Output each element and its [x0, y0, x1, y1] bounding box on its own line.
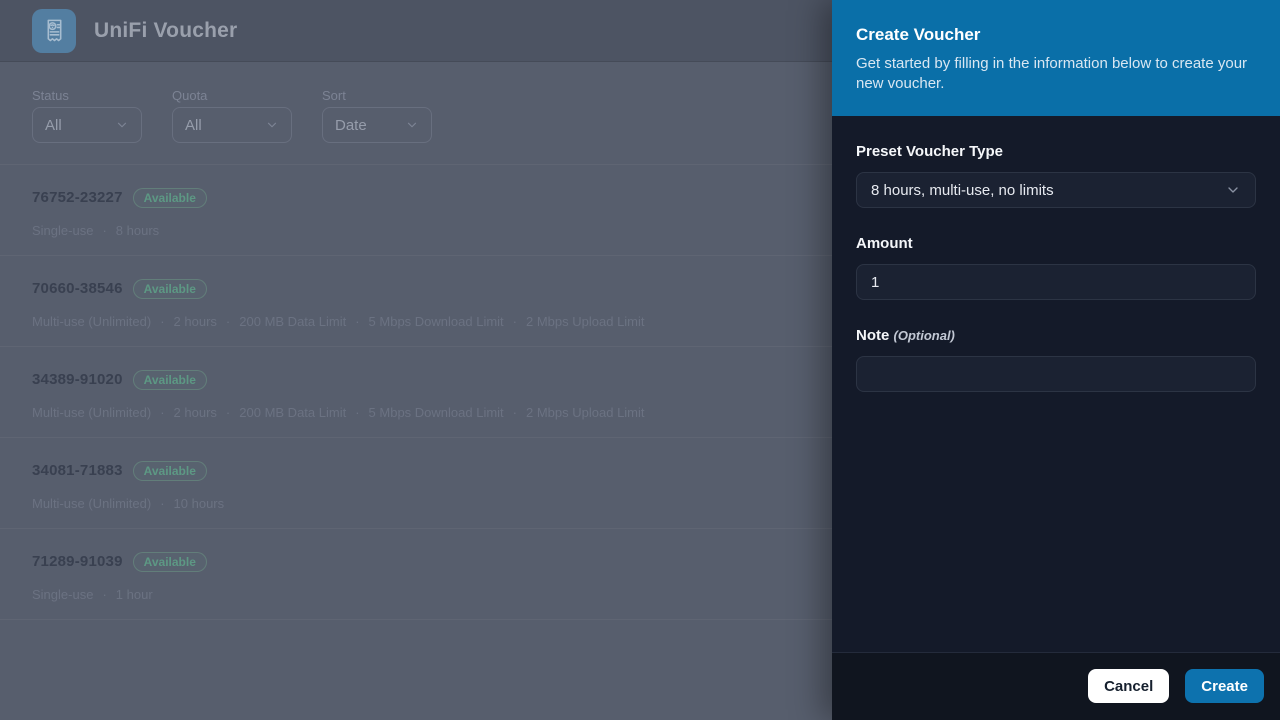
drawer-overlay[interactable]	[0, 0, 832, 720]
preset-selected-value: 8 hours, multi-use, no limits	[871, 182, 1054, 199]
drawer-footer: Cancel Create	[832, 652, 1280, 720]
cancel-button[interactable]: Cancel	[1088, 669, 1169, 703]
amount-label: Amount	[856, 236, 1256, 252]
chevron-down-icon	[1225, 182, 1241, 198]
note-optional-hint: (Optional)	[894, 328, 955, 343]
drawer-title: Create Voucher	[856, 26, 1256, 44]
create-voucher-drawer: Create Voucher Get started by filling in…	[832, 0, 1280, 720]
note-input[interactable]	[856, 356, 1256, 392]
drawer-body: Preset Voucher Type 8 hours, multi-use, …	[832, 116, 1280, 652]
note-label: Note (Optional)	[856, 328, 1256, 344]
amount-field-group: Amount	[856, 236, 1256, 300]
preset-label: Preset Voucher Type	[856, 144, 1256, 160]
preset-field-group: Preset Voucher Type 8 hours, multi-use, …	[856, 144, 1256, 208]
preset-select[interactable]: 8 hours, multi-use, no limits	[856, 172, 1256, 208]
drawer-description: Get started by filling in the informatio…	[856, 54, 1256, 94]
note-field-group: Note (Optional)	[856, 328, 1256, 392]
drawer-header: Create Voucher Get started by filling in…	[832, 0, 1280, 116]
create-button[interactable]: Create	[1185, 669, 1264, 703]
amount-input[interactable]	[856, 264, 1256, 300]
